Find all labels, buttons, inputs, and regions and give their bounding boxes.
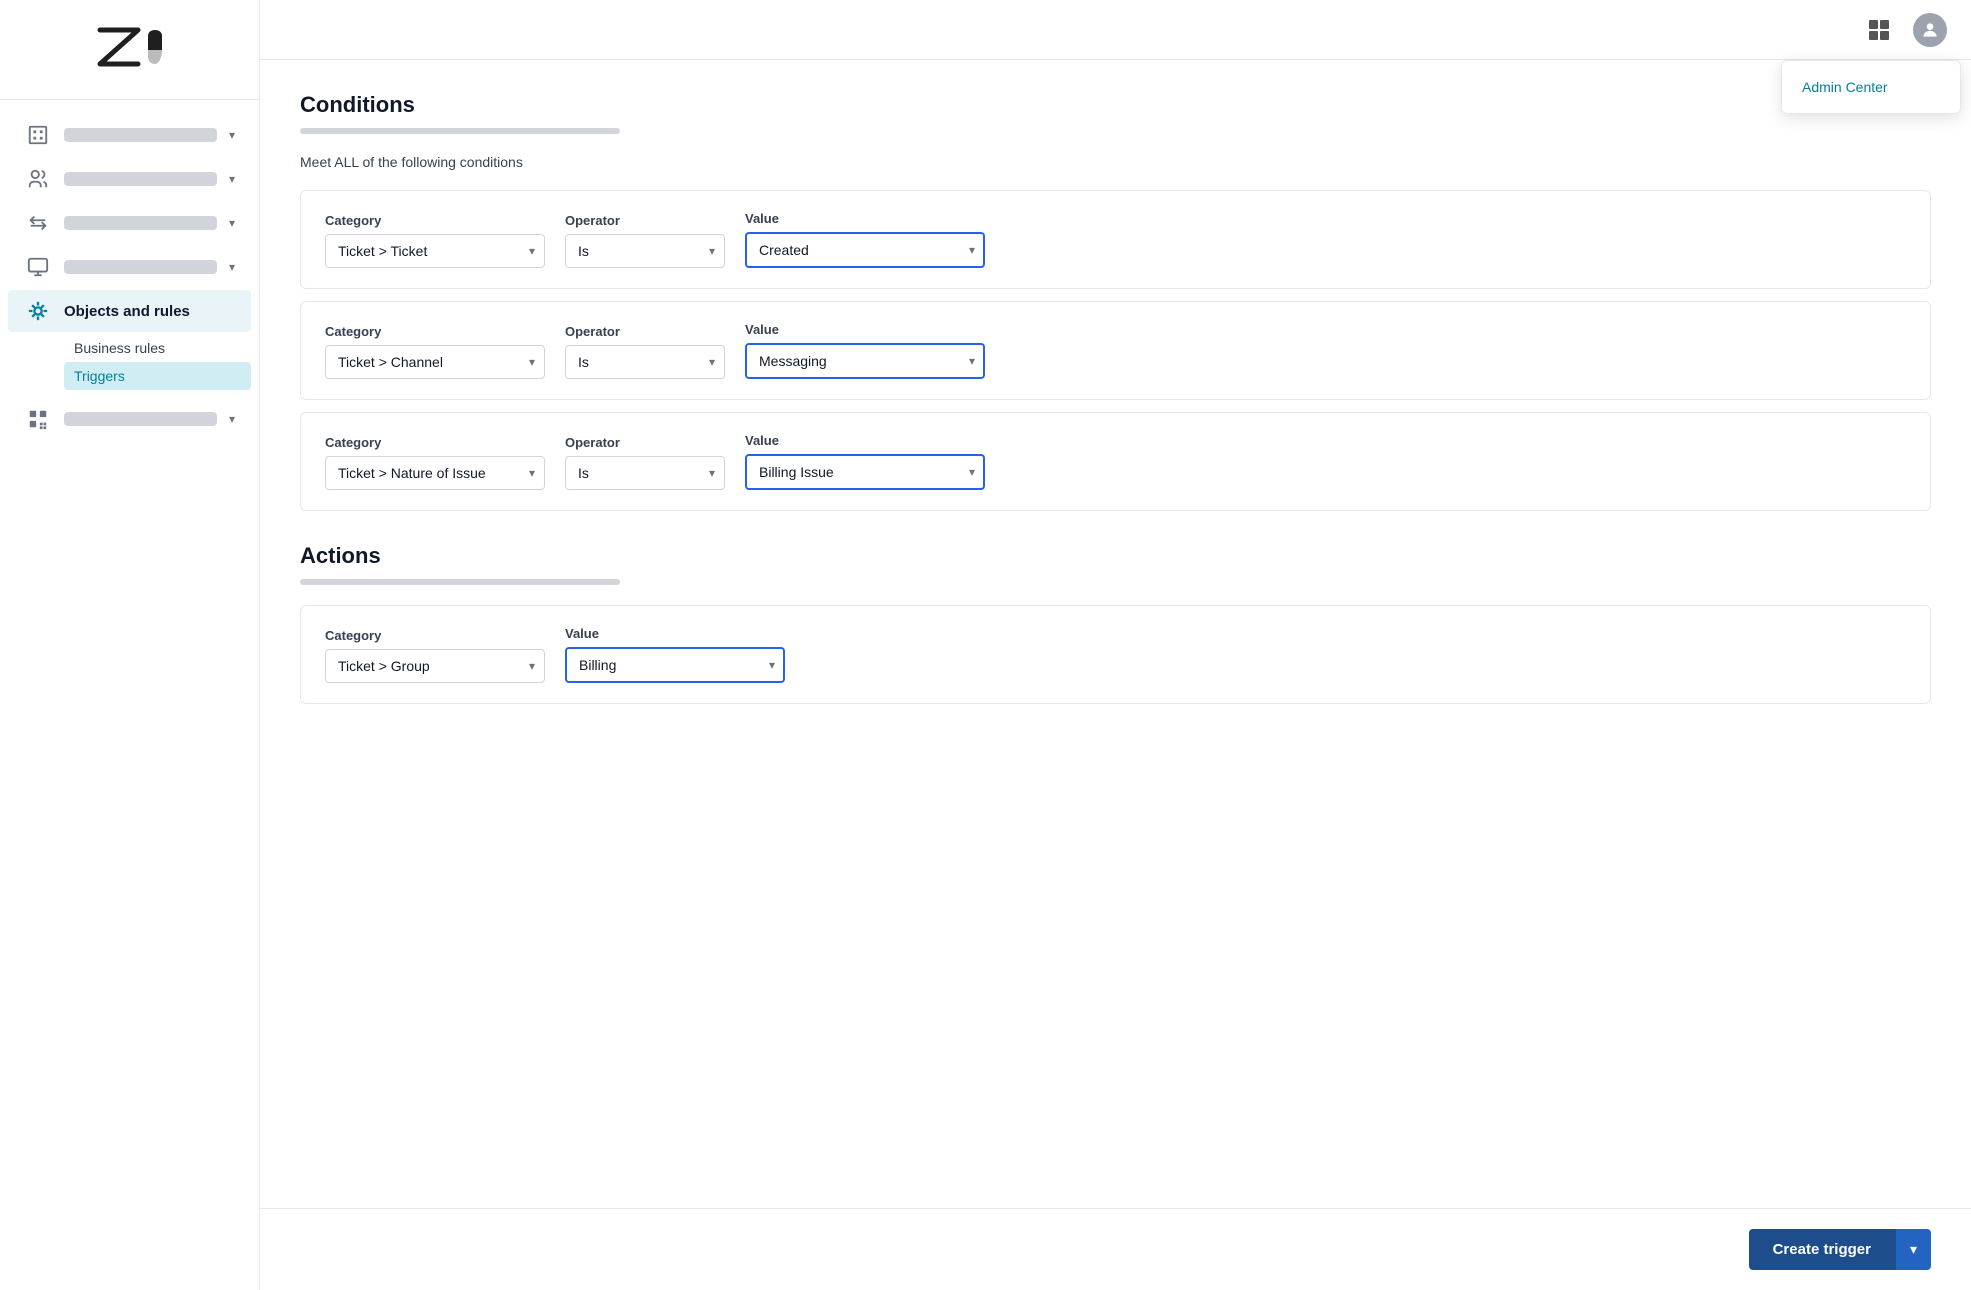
nav-label-bar [64,128,217,142]
sidebar-logo [0,0,259,100]
category-select-2[interactable]: Ticket > Ticket Ticket > Channel Ticket … [325,345,545,379]
operator-select-wrapper-3: Is Is not ▾ [565,456,725,490]
value-select-wrapper-3: Billing Issue Technical Issue General In… [745,454,985,490]
category-label-1: Category [325,213,545,228]
nav-chevron: ▾ [229,412,235,426]
actions-bar [300,579,620,585]
nav-chevron: ▾ [229,128,235,142]
sidebar-item-monitor[interactable]: ▾ [8,246,251,288]
sidebar-item-label: Objects and rules [64,303,235,320]
field-group-value-3: Value Billing Issue Technical Issue Gene… [745,433,985,490]
create-trigger-button[interactable]: Create trigger [1749,1229,1895,1270]
sidebar-item-apps[interactable]: ▾ [8,398,251,440]
value-select-wrapper-1: Created Updated Solved ▾ [745,232,985,268]
value-label-1: Value [745,211,985,226]
transfer-icon [24,212,52,234]
operator-select-2[interactable]: Is Is not [565,345,725,379]
nav-label-bar [64,172,217,186]
field-group-category-2: Category Ticket > Ticket Ticket > Channe… [325,324,545,379]
category-label-3: Category [325,435,545,450]
sidebar-sub-items: Business rules Triggers [8,334,251,390]
zendesk-logo [90,22,170,77]
conditions-section: Conditions Meet ALL of the following con… [300,92,1931,511]
objects-icon [24,300,52,322]
apps-icon [24,408,52,430]
nav-chevron: ▾ [229,216,235,230]
nav-label-bar [64,260,217,274]
action-value-select-wrapper-1: Billing Support Sales ▾ [565,647,785,683]
sidebar-subitem-triggers[interactable]: Triggers [64,362,251,390]
category-select-3[interactable]: Ticket > Ticket Ticket > Channel Ticket … [325,456,545,490]
field-group-value-2: Value Messaging Email Chat ▾ [745,322,985,379]
content-area: Conditions Meet ALL of the following con… [260,60,1971,1208]
operator-label-3: Operator [565,435,725,450]
value-select-3[interactable]: Billing Issue Technical Issue General In… [745,454,985,490]
category-select-wrapper-1: Ticket > Ticket Ticket > Channel Ticket … [325,234,545,268]
conditions-description: Meet ALL of the following conditions [300,154,1931,170]
operator-label-2: Operator [565,324,725,339]
value-select-wrapper-2: Messaging Email Chat ▾ [745,343,985,379]
field-group-operator-1: Operator Is Is not Contains ▾ [565,213,725,268]
action-category-select-wrapper-1: Ticket > Group Ticket > Assignee Ticket … [325,649,545,683]
category-select-1[interactable]: Ticket > Ticket Ticket > Channel Ticket … [325,234,545,268]
sidebar-subitem-business-rules[interactable]: Business rules [64,334,251,362]
action-category-select-1[interactable]: Ticket > Group Ticket > Assignee Ticket … [325,649,545,683]
conditions-title: Conditions [300,92,1931,118]
sidebar-item-workspace[interactable]: ▾ [8,114,251,156]
topbar [260,0,1971,60]
create-trigger-dropdown-button[interactable]: ▾ [1895,1229,1931,1270]
field-group-category-3: Category Ticket > Ticket Ticket > Channe… [325,435,545,490]
value-select-2[interactable]: Messaging Email Chat [745,343,985,379]
main-content: Admin Center Conditions Meet ALL of the … [260,0,1971,1290]
action-value-label-1: Value [565,626,785,641]
field-group-action-value-1: Value Billing Support Sales ▾ [565,626,785,683]
people-icon [24,168,52,190]
field-group-category-1: Category Ticket > Ticket Ticket > Channe… [325,213,545,268]
value-label-2: Value [745,322,985,337]
field-group-action-category-1: Category Ticket > Group Ticket > Assigne… [325,628,545,683]
operator-select-1[interactable]: Is Is not Contains [565,234,725,268]
actions-title: Actions [300,543,1931,569]
category-select-wrapper-2: Ticket > Ticket Ticket > Channel Ticket … [325,345,545,379]
grid-icon[interactable] [1861,12,1897,48]
monitor-icon [24,256,52,278]
condition-row-1: Category Ticket > Ticket Ticket > Channe… [300,190,1931,289]
apps-dropdown: Admin Center [1781,60,1961,114]
action-value-select-1[interactable]: Billing Support Sales [565,647,785,683]
sidebar-navigation: ▾ ▾ ▾ ▾ [0,100,259,1290]
building-icon [24,124,52,146]
conditions-bar [300,128,620,134]
condition-row-3: Category Ticket > Ticket Ticket > Channe… [300,412,1931,511]
nav-label-bar [64,412,217,426]
user-avatar[interactable] [1913,13,1947,47]
field-group-operator-3: Operator Is Is not ▾ [565,435,725,490]
operator-select-wrapper-1: Is Is not Contains ▾ [565,234,725,268]
operator-select-3[interactable]: Is Is not [565,456,725,490]
field-group-value-1: Value Created Updated Solved ▾ [745,211,985,268]
nav-chevron: ▾ [229,260,235,274]
category-select-wrapper-3: Ticket > Ticket Ticket > Channel Ticket … [325,456,545,490]
action-row-1: Category Ticket > Group Ticket > Assigne… [300,605,1931,704]
value-label-3: Value [745,433,985,448]
nav-chevron: ▾ [229,172,235,186]
condition-row-2: Category Ticket > Ticket Ticket > Channe… [300,301,1931,400]
sidebar-item-transfer[interactable]: ▾ [8,202,251,244]
field-group-operator-2: Operator Is Is not ▾ [565,324,725,379]
sidebar-item-objects-and-rules[interactable]: Objects and rules [8,290,251,332]
nav-label-bar [64,216,217,230]
sidebar-item-people[interactable]: ▾ [8,158,251,200]
apps-grid-icon [1869,20,1889,40]
operator-label-1: Operator [565,213,725,228]
category-label-2: Category [325,324,545,339]
admin-center-link[interactable]: Admin Center [1782,69,1960,105]
actions-section: Actions Category Ticket > Group Ticket >… [300,543,1931,704]
action-category-label-1: Category [325,628,545,643]
footer: Create trigger ▾ [260,1208,1971,1290]
operator-select-wrapper-2: Is Is not ▾ [565,345,725,379]
value-select-1[interactable]: Created Updated Solved [745,232,985,268]
sidebar: ▾ ▾ ▾ ▾ [0,0,260,1290]
